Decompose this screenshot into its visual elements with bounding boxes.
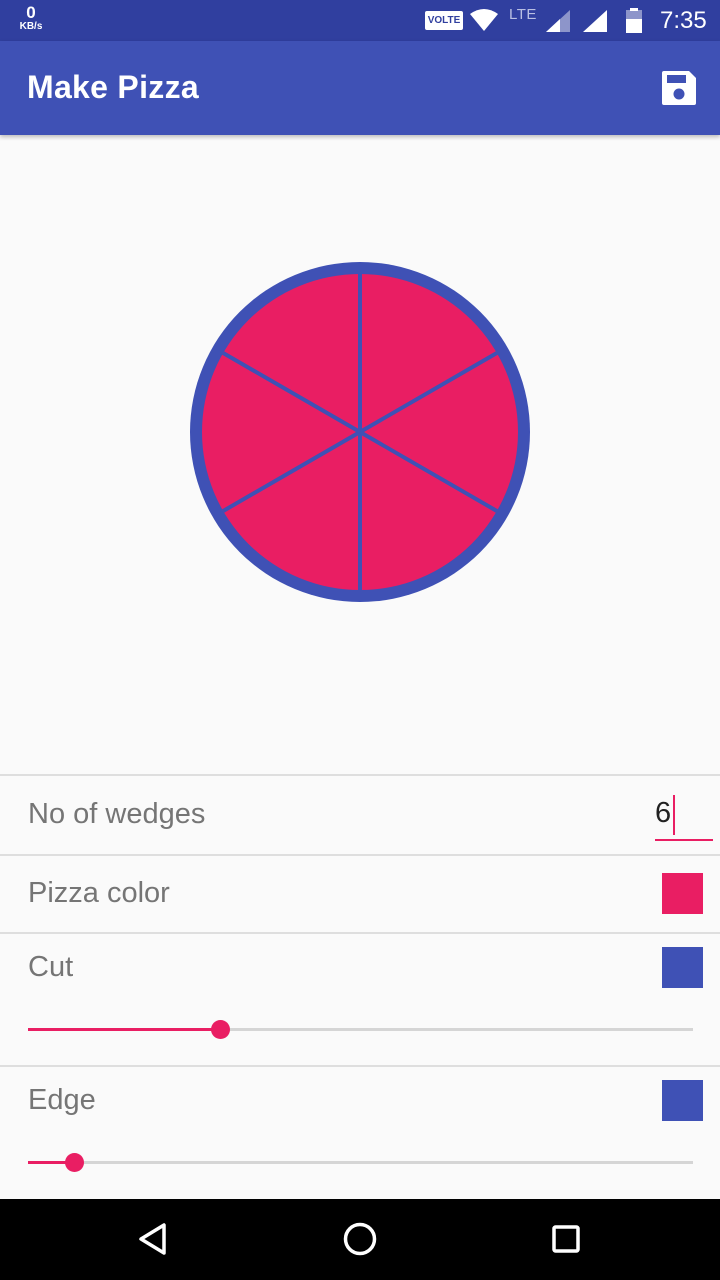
divider [0, 854, 720, 856]
save-icon [662, 71, 696, 105]
clock: 7:35 [660, 7, 707, 34]
home-icon [343, 1222, 377, 1256]
text-cursor [673, 795, 675, 835]
pizza-color-label: Pizza color [28, 877, 170, 909]
divider [0, 774, 720, 776]
wifi-icon [470, 9, 498, 31]
cut-color-swatch[interactable] [662, 947, 703, 988]
pizza-preview [0, 135, 720, 775]
net-speed-value: 0 [26, 3, 36, 22]
cut-width-slider[interactable] [28, 1020, 693, 1039]
recents-button[interactable] [546, 1219, 586, 1259]
signal-icon [583, 10, 607, 32]
signal-icon [546, 10, 570, 32]
pizza-graphic [190, 262, 530, 602]
back-icon [139, 1223, 166, 1255]
cut-label: Cut [28, 951, 74, 983]
edge-label: Edge [28, 1084, 96, 1116]
home-button[interactable] [340, 1219, 380, 1259]
divider [0, 1065, 720, 1067]
edge-width-slider[interactable] [28, 1153, 693, 1172]
status-bar: 0 KB/s VOLTE LTE 7:35 [0, 0, 720, 41]
volte-badge: VOLTE [425, 11, 463, 30]
back-button[interactable] [133, 1219, 173, 1259]
recents-icon [552, 1225, 580, 1253]
cut-slider-fill [28, 1028, 221, 1031]
app-bar: Make Pizza [0, 41, 720, 135]
wedges-input[interactable]: 6 [655, 797, 671, 830]
edge-color-swatch[interactable] [662, 1080, 703, 1121]
page-title: Make Pizza [27, 69, 199, 105]
save-button[interactable] [656, 68, 702, 108]
battery-icon [626, 8, 642, 33]
pizza-color-swatch[interactable] [662, 873, 703, 914]
wedges-label: No of wedges [28, 798, 206, 830]
divider [0, 932, 720, 934]
navigation-bar [0, 1199, 720, 1280]
network-type: LTE [509, 6, 537, 23]
net-speed-unit: KB/s [19, 21, 43, 32]
wedges-input-underline [655, 839, 713, 841]
cut-slider-thumb[interactable] [211, 1020, 231, 1039]
edge-slider-thumb[interactable] [65, 1153, 85, 1172]
net-speed: 0 KB/s [14, 4, 48, 32]
